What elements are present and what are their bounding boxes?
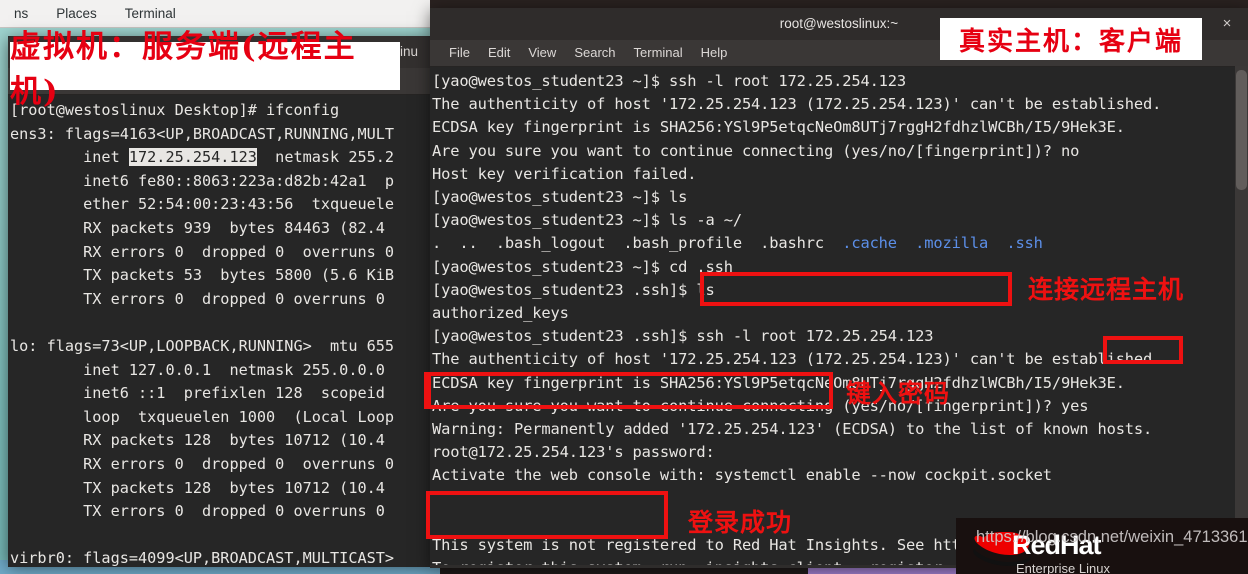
terminal-line: [yao@westos_student23 ~]$ ls -a ~/ <box>432 211 742 230</box>
right-menu-edit[interactable]: Edit <box>479 40 519 66</box>
terminal-line: Host key verification failed. <box>432 164 697 183</box>
terminal-line: [yao@westos_student23 ~]$ ls <box>432 188 688 207</box>
right-menu-view[interactable]: View <box>519 40 565 66</box>
csdn-watermark: https://blog.csdn.net/weixin_47133613 <box>976 528 1248 546</box>
directory-entry: .mozilla <box>915 234 989 253</box>
close-icon[interactable]: × <box>1216 8 1238 40</box>
terminal-line: Warning: Permanently added '172.25.254.1… <box>432 420 1153 439</box>
terminal-line: RX packets 939 bytes 84463 (82.4 <box>10 218 385 237</box>
terminal-line: root@172.25.254.123's password: <box>432 443 715 462</box>
right-menu-help[interactable]: Help <box>692 40 737 66</box>
right-menu-search[interactable]: Search <box>565 40 624 66</box>
terminal-line: TX packets 128 bytes 10712 (10.4 <box>10 478 385 497</box>
terminal-line: virbr0: flags=4099<UP,BROADCAST,MULTICAS… <box>10 549 395 567</box>
terminal-line: Are you sure you want to continue connec… <box>432 141 1080 160</box>
highlighted-ip-address: 172.25.254.123 <box>128 148 257 167</box>
left-terminal-output[interactable]: [root@westoslinux Desktop]# ifconfig ens3… <box>8 95 432 567</box>
annotation-text-password: 键入密码 <box>846 379 951 408</box>
terminal-line: RX errors 0 dropped 0 overruns 0 <box>10 242 395 261</box>
label-real-host-client: 真实主机：客户端 <box>940 18 1202 60</box>
terminal-line: The authenticity of host '172.25.254.123… <box>432 95 1162 114</box>
annotation-box-login-success <box>426 491 668 539</box>
annotation-box-password <box>427 372 833 409</box>
terminal-line: lo: flags=73<UP,LOOPBACK,RUNNING> mtu 65… <box>10 336 395 355</box>
annotation-box-yes <box>1103 336 1183 364</box>
terminal-line: TX packets 53 bytes 5800 (5.6 KiB <box>10 266 395 285</box>
right-menu-terminal[interactable]: Terminal <box>625 40 692 66</box>
right-menu-file[interactable]: File <box>440 40 479 66</box>
right-terminal-scrollbar-thumb[interactable] <box>1236 70 1247 190</box>
terminal-line: inet 127.0.0.1 netmask 255.0.0.0 <box>10 360 385 379</box>
terminal-line: TX errors 0 dropped 0 overruns 0 <box>10 289 385 308</box>
terminal-line: ens3: flags=4163<UP,BROADCAST,RUNNING,MU… <box>10 124 395 143</box>
terminal-line: ether 52:54:00:23:43:56 txqueuele <box>10 195 395 214</box>
terminal-line: ECDSA key fingerprint is SHA256:YSl9P5et… <box>432 118 1125 137</box>
redhat-subtitle: Enterprise Linux <box>1016 561 1110 574</box>
terminal-line: . .. .bash_logout .bash_profile .bashrc … <box>432 234 1043 253</box>
directory-entry: .ssh <box>1006 234 1043 253</box>
annotation-text-login-success: 登录成功 <box>688 508 793 537</box>
virtual-machine-terminal-window[interactable]: slinu File Edit View Search Terminal Hel… <box>8 36 432 567</box>
terminal-line: inet6 fe80::8063:223a:d82b:42a1 p <box>10 171 395 190</box>
terminal-line: loop txqueuelen 1000 (Local Loop <box>10 407 395 426</box>
label-virtual-machine-server: 虚拟机：服务端(远程主机) <box>10 29 400 110</box>
terminal-line: RX errors 0 dropped 0 overruns 0 <box>10 454 395 473</box>
right-window-title-text: root@westoslinux:~ <box>779 16 899 31</box>
annotation-text-connect-remote: 连接远程主机 <box>1028 275 1185 304</box>
terminal-line: TX errors 0 dropped 0 overruns 0 <box>10 502 385 521</box>
annotation-box-connect-remote <box>700 272 1012 306</box>
terminal-line: Activate the web console with: systemctl… <box>432 466 1052 485</box>
terminal-line: [yao@westos_student23 ~]$ ssh -l root 17… <box>432 72 907 90</box>
terminal-line: inet6 ::1 prefixlen 128 scopeid <box>10 384 385 403</box>
terminal-line: RX packets 128 bytes 10712 (10.4 <box>10 431 385 450</box>
directory-entry: .cache <box>842 234 897 253</box>
terminal-line: inet 172.25.254.123 netmask 255.2 <box>10 148 395 167</box>
